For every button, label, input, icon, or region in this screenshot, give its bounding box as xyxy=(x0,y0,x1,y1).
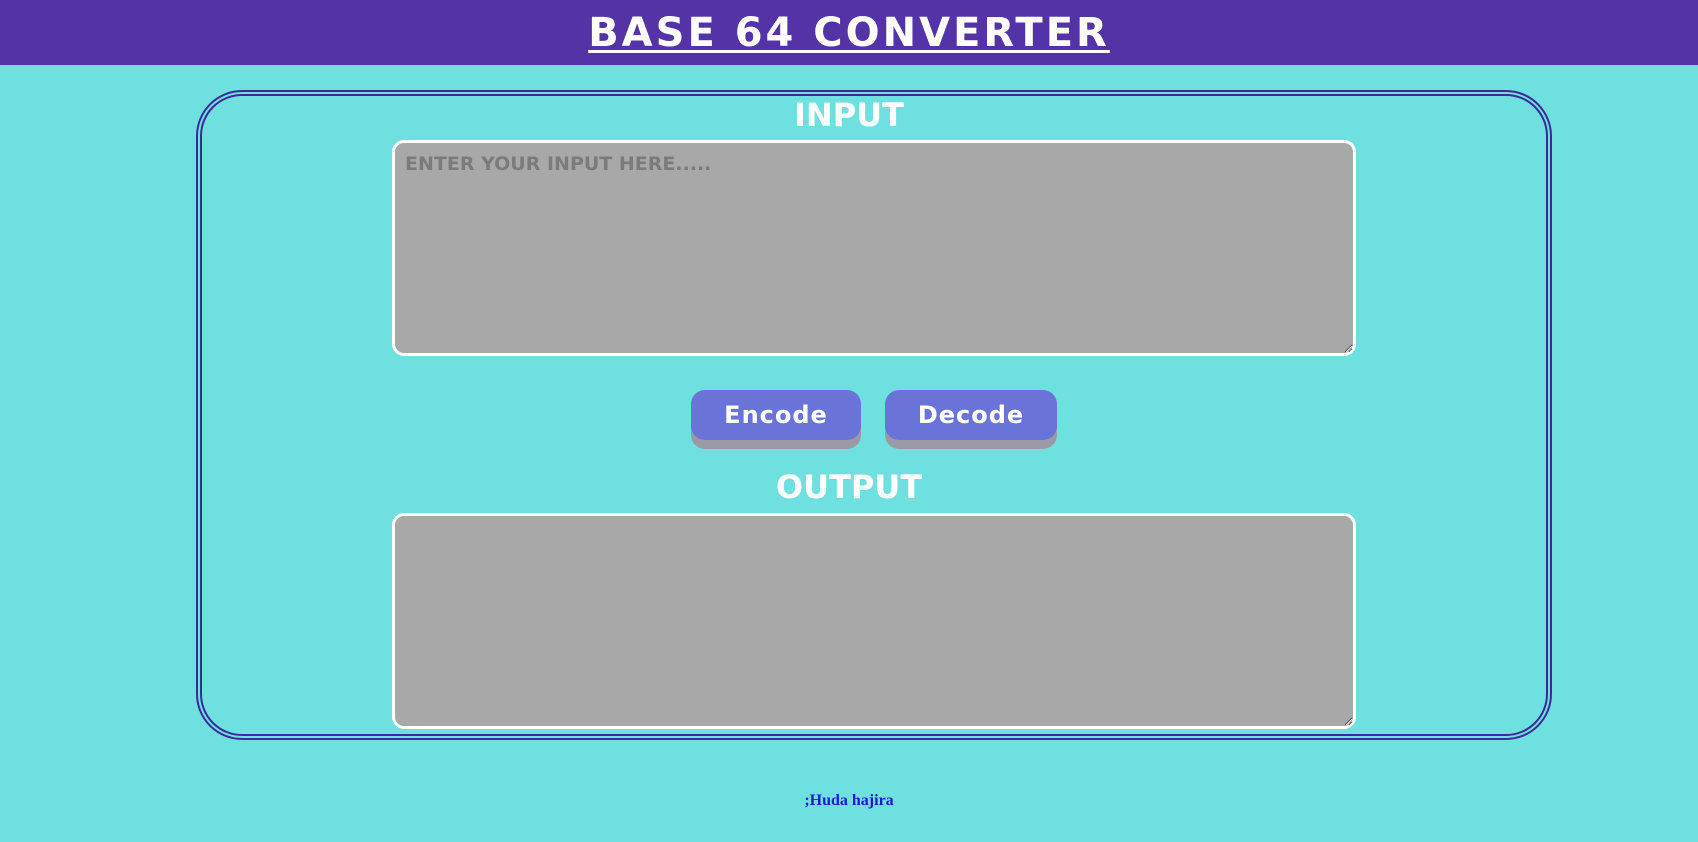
output-textarea[interactable] xyxy=(392,513,1356,729)
output-title: OUTPUT xyxy=(775,468,923,506)
input-textarea[interactable] xyxy=(392,140,1356,356)
decode-button[interactable]: Decode xyxy=(885,390,1057,440)
encode-button[interactable]: Encode xyxy=(691,390,861,440)
app-header: BASE 64 CONVERTER xyxy=(0,0,1698,65)
input-title: INPUT xyxy=(794,96,904,134)
footer-credit: ;Huda hajira xyxy=(804,792,894,809)
page-title: BASE 64 CONVERTER xyxy=(588,9,1110,56)
